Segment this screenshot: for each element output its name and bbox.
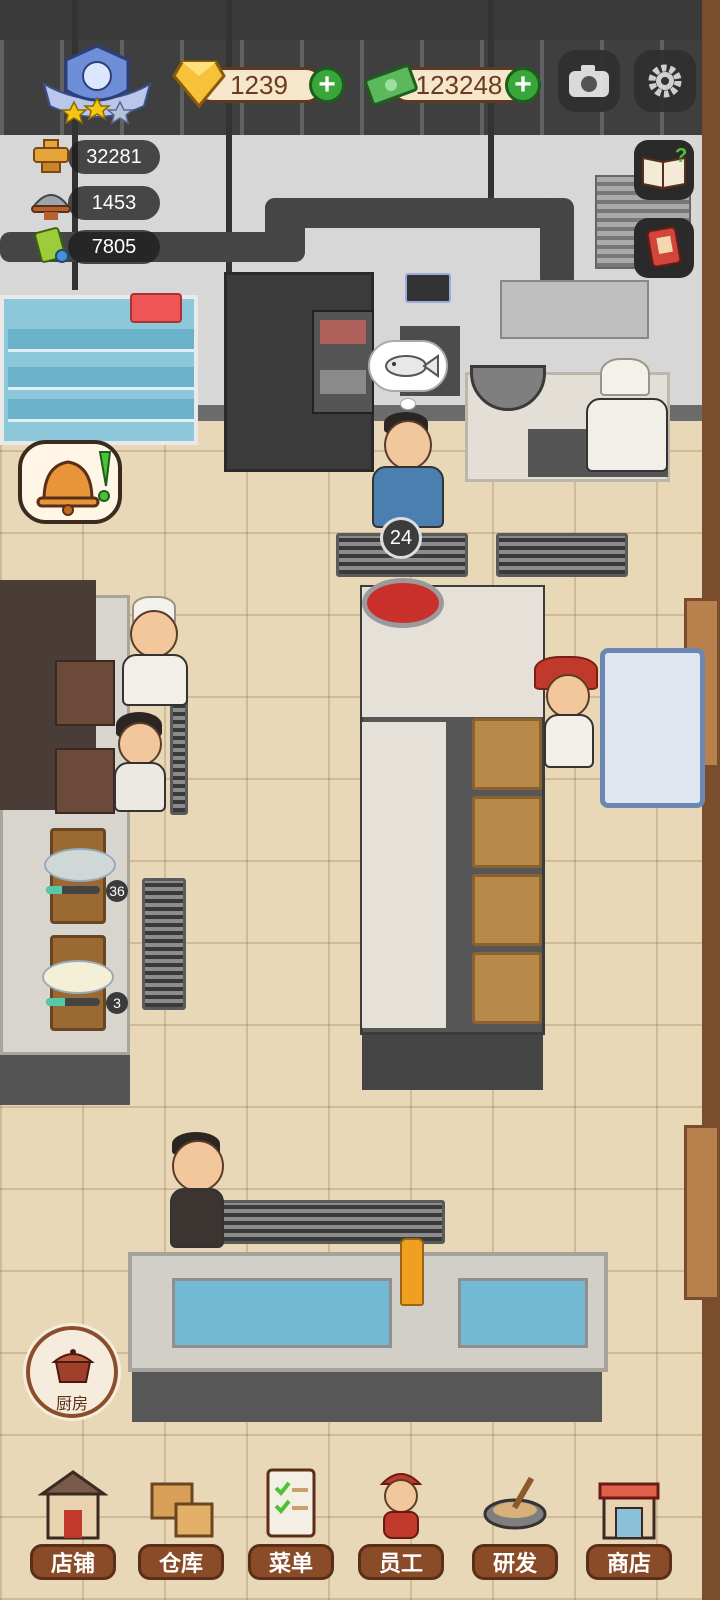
oven-window (320, 320, 366, 344)
exhaust-pipe (265, 198, 565, 228)
camera-icon (569, 65, 609, 97)
order-thought-bubble (368, 340, 448, 392)
dish-count-badge: 36 (106, 880, 128, 902)
guide-button[interactable]: ? (634, 140, 694, 200)
cash-icon (364, 64, 418, 106)
tank-shelf (8, 329, 194, 352)
warehouse-boxes-icon (150, 1482, 214, 1538)
wall-light (405, 273, 451, 303)
fish-dish-plate (44, 848, 116, 882)
progress-fill (46, 886, 63, 894)
chopping-board (55, 660, 115, 726)
island-base (362, 1035, 543, 1090)
gem-icon (172, 60, 226, 108)
helper-character[interactable] (108, 712, 168, 832)
serving-tray[interactable] (472, 718, 542, 790)
cook-character[interactable] (118, 596, 188, 706)
hotpot-dish[interactable] (362, 578, 444, 628)
stat-recipe-value: 7805 (68, 230, 160, 264)
crest-icon (42, 44, 152, 125)
store-front-icon (598, 1482, 660, 1540)
settings-button[interactable] (634, 50, 696, 112)
dish-progress-bar (46, 998, 100, 1006)
nav-label: 仓库 (138, 1544, 224, 1580)
order-timer: 24 (380, 517, 422, 559)
nav-menu[interactable]: 菜单 (246, 1464, 338, 1590)
nav-research[interactable]: 研发 (470, 1464, 562, 1590)
floor-grate (142, 878, 186, 1010)
chopping-board (55, 748, 115, 814)
add-cash-button[interactable]: + (505, 67, 541, 103)
sink-base (132, 1372, 602, 1422)
serving-tray[interactable] (472, 874, 542, 946)
progress-fill (46, 998, 65, 1006)
gear-icon (648, 64, 682, 98)
cash-amount: 123248 (415, 69, 503, 100)
notification-bubble[interactable] (18, 440, 122, 524)
floor-grate (496, 533, 628, 577)
stat-cloche-value: 1453 (68, 186, 160, 220)
soap-bottle (400, 1238, 424, 1306)
nav-label: 菜单 (248, 1544, 334, 1580)
menu-clipboard-icon (266, 1468, 316, 1538)
research-wok-icon (483, 1476, 547, 1530)
wash-sink[interactable] (128, 1252, 608, 1372)
range-hood (500, 280, 649, 339)
stat-hotpot-value: 32281 (68, 140, 160, 174)
tank-shelf (8, 367, 194, 390)
oven-window (320, 370, 366, 394)
kitchen-button-label: 厨房 (55, 1396, 88, 1413)
recipe-log-button[interactable] (634, 218, 694, 278)
exhaust-pipe (540, 198, 574, 288)
cooking-pot-icon (51, 1349, 95, 1383)
nav-staff[interactable]: 员工 (356, 1464, 448, 1590)
steamer-oven (312, 310, 374, 414)
nav-label: 商店 (586, 1544, 672, 1580)
waiter-character[interactable] (534, 656, 602, 786)
svg-text:?: ? (675, 148, 687, 167)
cloche-icon (31, 194, 71, 220)
dish-count-badge: 3 (106, 992, 128, 1014)
game-scene: 36 3 24 1239 + 123248 + 32281 1453 7805 … (0, 0, 720, 1600)
sink-basin (458, 1278, 588, 1348)
entrance-mat (600, 648, 705, 808)
sink-basin (172, 1278, 392, 1348)
ceiling-beam (0, 0, 705, 40)
dish-progress-bar (46, 886, 100, 894)
kitchen-button[interactable]: 厨房 (26, 1326, 118, 1418)
serving-tray[interactable] (472, 952, 542, 1024)
tank-shelf (8, 399, 194, 422)
nav-warehouse[interactable]: 仓库 (136, 1464, 228, 1590)
nav-label: 员工 (358, 1544, 444, 1580)
nav-label: 店铺 (30, 1544, 116, 1580)
tofu-dish-plate (42, 960, 114, 994)
bottom-navigation: 店铺 仓库 菜单 员工 研发 商店 (0, 1450, 705, 1600)
nav-store[interactable]: 商店 (584, 1464, 676, 1590)
nav-shop[interactable]: 店铺 (28, 1464, 120, 1590)
fish-sign (130, 293, 182, 323)
counter-base (0, 1055, 130, 1105)
fish-icon (385, 354, 439, 378)
nav-label: 研发 (472, 1544, 558, 1580)
recipe-book-icon (34, 227, 69, 263)
help-book-icon: ? (642, 148, 687, 190)
island-left-top (362, 722, 446, 1028)
shop-building-icon (38, 1470, 108, 1540)
gem-amount: 1239 (230, 69, 288, 100)
serving-tray[interactable] (472, 796, 542, 868)
side-door (684, 1125, 720, 1300)
red-book-icon (646, 226, 682, 268)
thought-dot (400, 398, 416, 410)
chef-character[interactable] (580, 358, 670, 498)
hotpot-icon (33, 139, 69, 173)
restaurant-level-badge[interactable] (34, 44, 160, 128)
camera-button[interactable] (558, 50, 620, 112)
bell-icon (36, 451, 112, 516)
staff-waiter-icon (379, 1473, 423, 1539)
add-gems-button[interactable]: + (309, 67, 345, 103)
dishwasher-character[interactable] (164, 1132, 226, 1252)
